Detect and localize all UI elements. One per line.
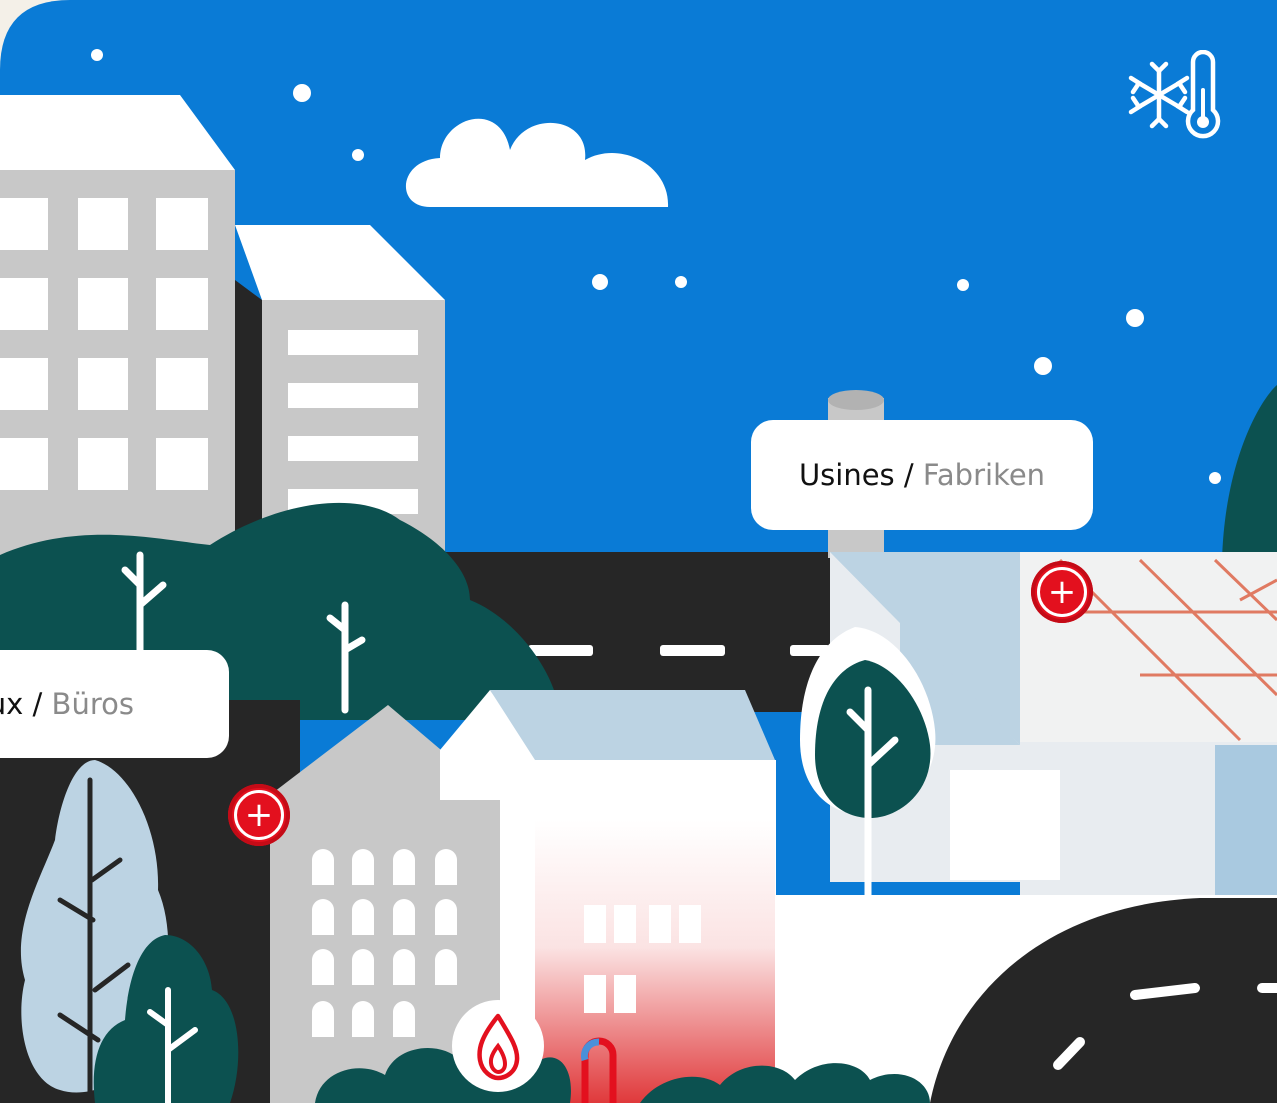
factories-hotspot-button[interactable]: + [1031,561,1093,623]
factory-door [950,770,1060,880]
chimney-top [828,390,884,410]
offices-label-fr: aux [0,687,24,721]
factory-wall-blue [1215,745,1277,895]
offices-label-separator: / [23,687,52,721]
heated-wall [535,820,775,1103]
city-scene-art [0,0,1277,1103]
offices-hotspot-button[interactable]: + [228,784,290,846]
white-house-roof [490,690,775,760]
factories-label-fr: Usines [798,458,895,492]
plus-icon: + [244,795,274,835]
factories-label-separator: / [894,458,923,492]
plus-icon: + [1047,572,1077,612]
snowflake-thermometer-icon [1128,50,1221,139]
offices-label[interactable]: aux / Büros [0,650,229,758]
second-building-shadow [235,280,262,560]
flame-icon[interactable] [452,1000,544,1092]
city-illustration: Usines / Fabriken aux / Büros + + [0,0,1277,1103]
factories-label-de: Fabriken [922,458,1046,492]
offices-label-de: Büros [51,687,134,721]
factories-label[interactable]: Usines / Fabriken [751,420,1093,530]
flame-glyph [477,1013,520,1081]
